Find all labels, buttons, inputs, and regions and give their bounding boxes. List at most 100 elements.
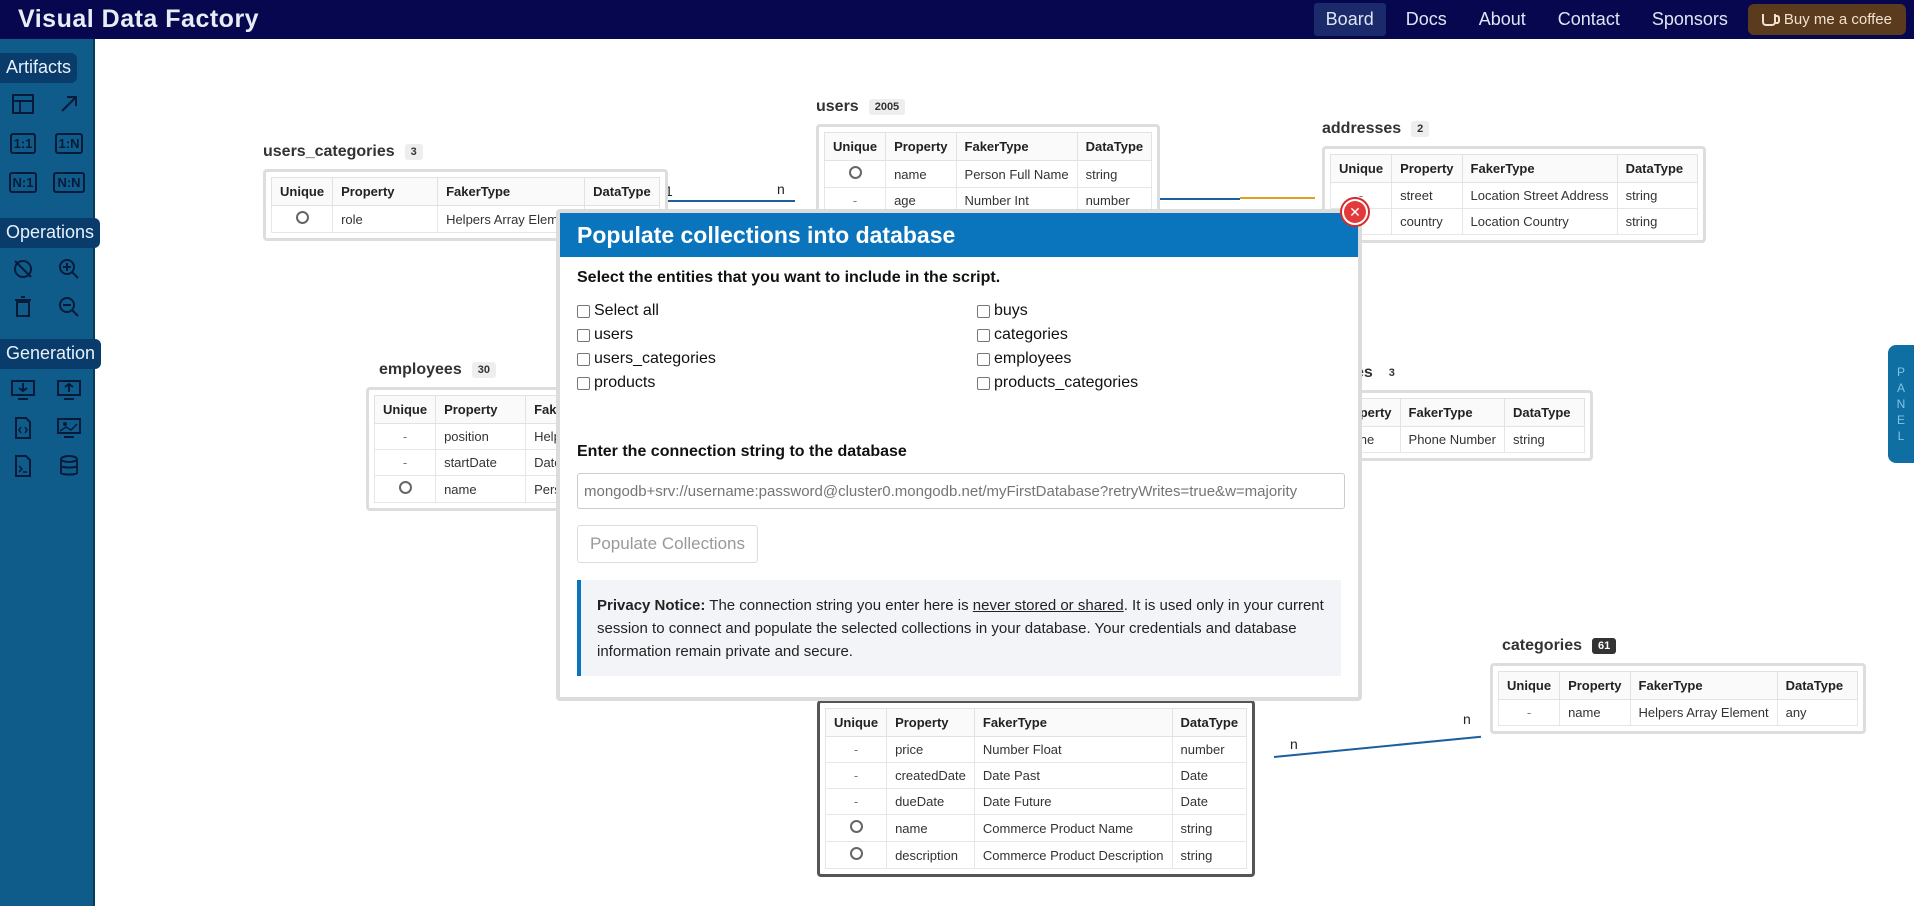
app-title[interactable]: Visual Data Factory: [18, 5, 259, 34]
n-to-n-button[interactable]: N:N: [52, 167, 86, 197]
arrow-icon[interactable]: [52, 89, 86, 119]
populate-collections-button[interactable]: Populate Collections: [577, 525, 758, 563]
one-to-one-button[interactable]: 1:1: [6, 128, 40, 158]
one-to-n-button[interactable]: 1:N: [52, 128, 86, 158]
entity-users[interactable]: users 2005 Unique Property FakerType DataTyp…: [816, 98, 1161, 222]
panel-letter: N: [1896, 397, 1906, 411]
relation-n-label: n: [777, 181, 785, 197]
fakertype-cell: Date Past: [973, 762, 1173, 789]
upload-icon[interactable]: [52, 375, 86, 405]
notice-text-pre: The connection string you enter here is: [709, 597, 969, 614]
checkbox-users[interactable]: users: [577, 325, 977, 345]
datatype-cell: string: [1171, 814, 1248, 842]
checkbox-box[interactable]: [977, 376, 990, 390]
datatype-cell: string: [1616, 208, 1698, 235]
image-export-icon[interactable]: [52, 413, 86, 443]
table-row[interactable]: name Person Full Name string: [823, 160, 1153, 188]
checkbox-users-categories[interactable]: users_categories: [577, 349, 977, 369]
col-datatype: DataType: [1171, 708, 1248, 737]
entity-products[interactable]: Unique Property FakerType DataType - price Nu…: [817, 700, 1256, 877]
checkbox-box[interactable]: [577, 328, 590, 342]
checkbox-products[interactable]: products: [577, 373, 977, 393]
col-unique: Unique: [824, 708, 888, 737]
col-property: Property: [886, 708, 975, 737]
nav-about[interactable]: About: [1467, 3, 1538, 36]
entity-checklist: Select all buys users categories users_c…: [577, 301, 1341, 393]
col-fakertype: FakerType: [955, 132, 1078, 161]
side-panel-toggle[interactable]: P A N E L: [1888, 345, 1914, 463]
table-row[interactable]: - name Helpers Array Element any: [1497, 699, 1858, 726]
relation-n-label: n: [1290, 736, 1298, 752]
table-row[interactable]: name Commerce Product Name string: [824, 814, 1248, 842]
datatype-cell: any: [1776, 699, 1858, 726]
fakertype-cell: Helpers Array Element: [1629, 699, 1778, 726]
panel-letter: P: [1896, 365, 1905, 379]
table-icon[interactable]: [6, 89, 40, 119]
checkbox-box[interactable]: [577, 352, 590, 366]
zoom-in-icon[interactable]: [52, 254, 86, 284]
relation-line[interactable]: [1273, 735, 1482, 758]
checkbox-label: categories: [994, 326, 1068, 343]
relation-line[interactable]: [665, 200, 795, 202]
fakertype-cell: Location Street Address: [1461, 182, 1618, 209]
table-row[interactable]: -countryLocation Countrystring: [1329, 208, 1698, 235]
fakertype-cell: Number Float: [973, 736, 1173, 763]
fakertype-cell: Location Country: [1461, 208, 1618, 235]
fakertype-cell: Commerce Product Name: [973, 814, 1173, 842]
top-navbar: Visual Data Factory Board Docs About Con…: [0, 0, 1914, 39]
download-icon[interactable]: [6, 375, 40, 405]
checkbox-select-all[interactable]: Select all: [577, 301, 977, 321]
section-artifacts: Artifacts: [0, 53, 78, 83]
table-row[interactable]: - price Number Float number: [824, 736, 1248, 763]
col-fakertype: FakerType: [1461, 154, 1618, 183]
terminal-file-icon[interactable]: [6, 451, 40, 481]
table-row[interactable]: - street Location Street Address string: [1329, 182, 1698, 209]
trash-icon[interactable]: [6, 292, 40, 322]
checkbox-box[interactable]: [977, 304, 990, 318]
property-cell: dueDate: [886, 788, 975, 815]
datatype-cell: string: [1171, 841, 1248, 869]
zoom-out-icon[interactable]: [52, 292, 86, 322]
relation-line[interactable]: [1160, 198, 1240, 200]
relation-line[interactable]: [1240, 197, 1315, 199]
datatype-cell: Date: [1171, 788, 1248, 815]
populate-modal: Populate collections into database ✕ Sel…: [556, 197, 1370, 701]
fingerprint-icon: [295, 211, 309, 224]
connection-prompt: Enter the connection string to the datab…: [577, 443, 907, 460]
checkbox-box[interactable]: [977, 328, 990, 342]
checkbox-employees[interactable]: employees: [977, 349, 1357, 369]
nav-sponsors[interactable]: Sponsors: [1640, 3, 1740, 36]
checkbox-products-categories[interactable]: products_categories: [977, 373, 1357, 393]
col-unique: Unique: [823, 132, 887, 161]
table-row[interactable]: description Commerce Product Description s…: [824, 841, 1248, 869]
col-fakertype: FakerType: [437, 177, 586, 206]
code-file-icon[interactable]: [6, 413, 40, 443]
n-to-n-label: N:N: [53, 171, 85, 193]
nav-docs[interactable]: Docs: [1394, 3, 1459, 36]
nav-contact[interactable]: Contact: [1546, 3, 1632, 36]
property-cell: name: [1559, 699, 1631, 726]
checkbox-box[interactable]: [577, 376, 590, 390]
checkbox-box[interactable]: [577, 304, 590, 318]
table-row[interactable]: - dueDate Date Future Date: [824, 788, 1248, 815]
checkbox-buys[interactable]: buys: [977, 301, 1357, 321]
entity-addresses[interactable]: addresses 2 Unique Property FakerType DataTy…: [1322, 120, 1706, 243]
checkbox-box[interactable]: [977, 352, 990, 366]
buy-coffee-button[interactable]: Buy me a coffee: [1747, 4, 1906, 35]
close-button[interactable]: ✕: [1340, 197, 1370, 227]
entity-title: users: [816, 98, 859, 115]
property-cell: price: [886, 736, 975, 763]
n-to-one-button[interactable]: N:1: [6, 167, 40, 197]
checkbox-label: users_categories: [594, 350, 716, 367]
table-row[interactable]: - createdDate Date Past Date: [824, 762, 1248, 789]
database-icon[interactable]: [52, 451, 86, 481]
checkbox-label: Select all: [594, 302, 659, 319]
nav-board[interactable]: Board: [1313, 3, 1386, 36]
entity-categories[interactable]: categories 61 Unique Property FakerType Data…: [1490, 637, 1866, 734]
no-fingerprint-icon[interactable]: [6, 254, 40, 284]
connection-string-input[interactable]: [577, 473, 1345, 509]
one-to-one-label: 1:1: [9, 132, 37, 154]
checkbox-categories[interactable]: categories: [977, 325, 1357, 345]
col-unique: Unique: [270, 177, 334, 206]
panel-letter: E: [1896, 413, 1905, 427]
